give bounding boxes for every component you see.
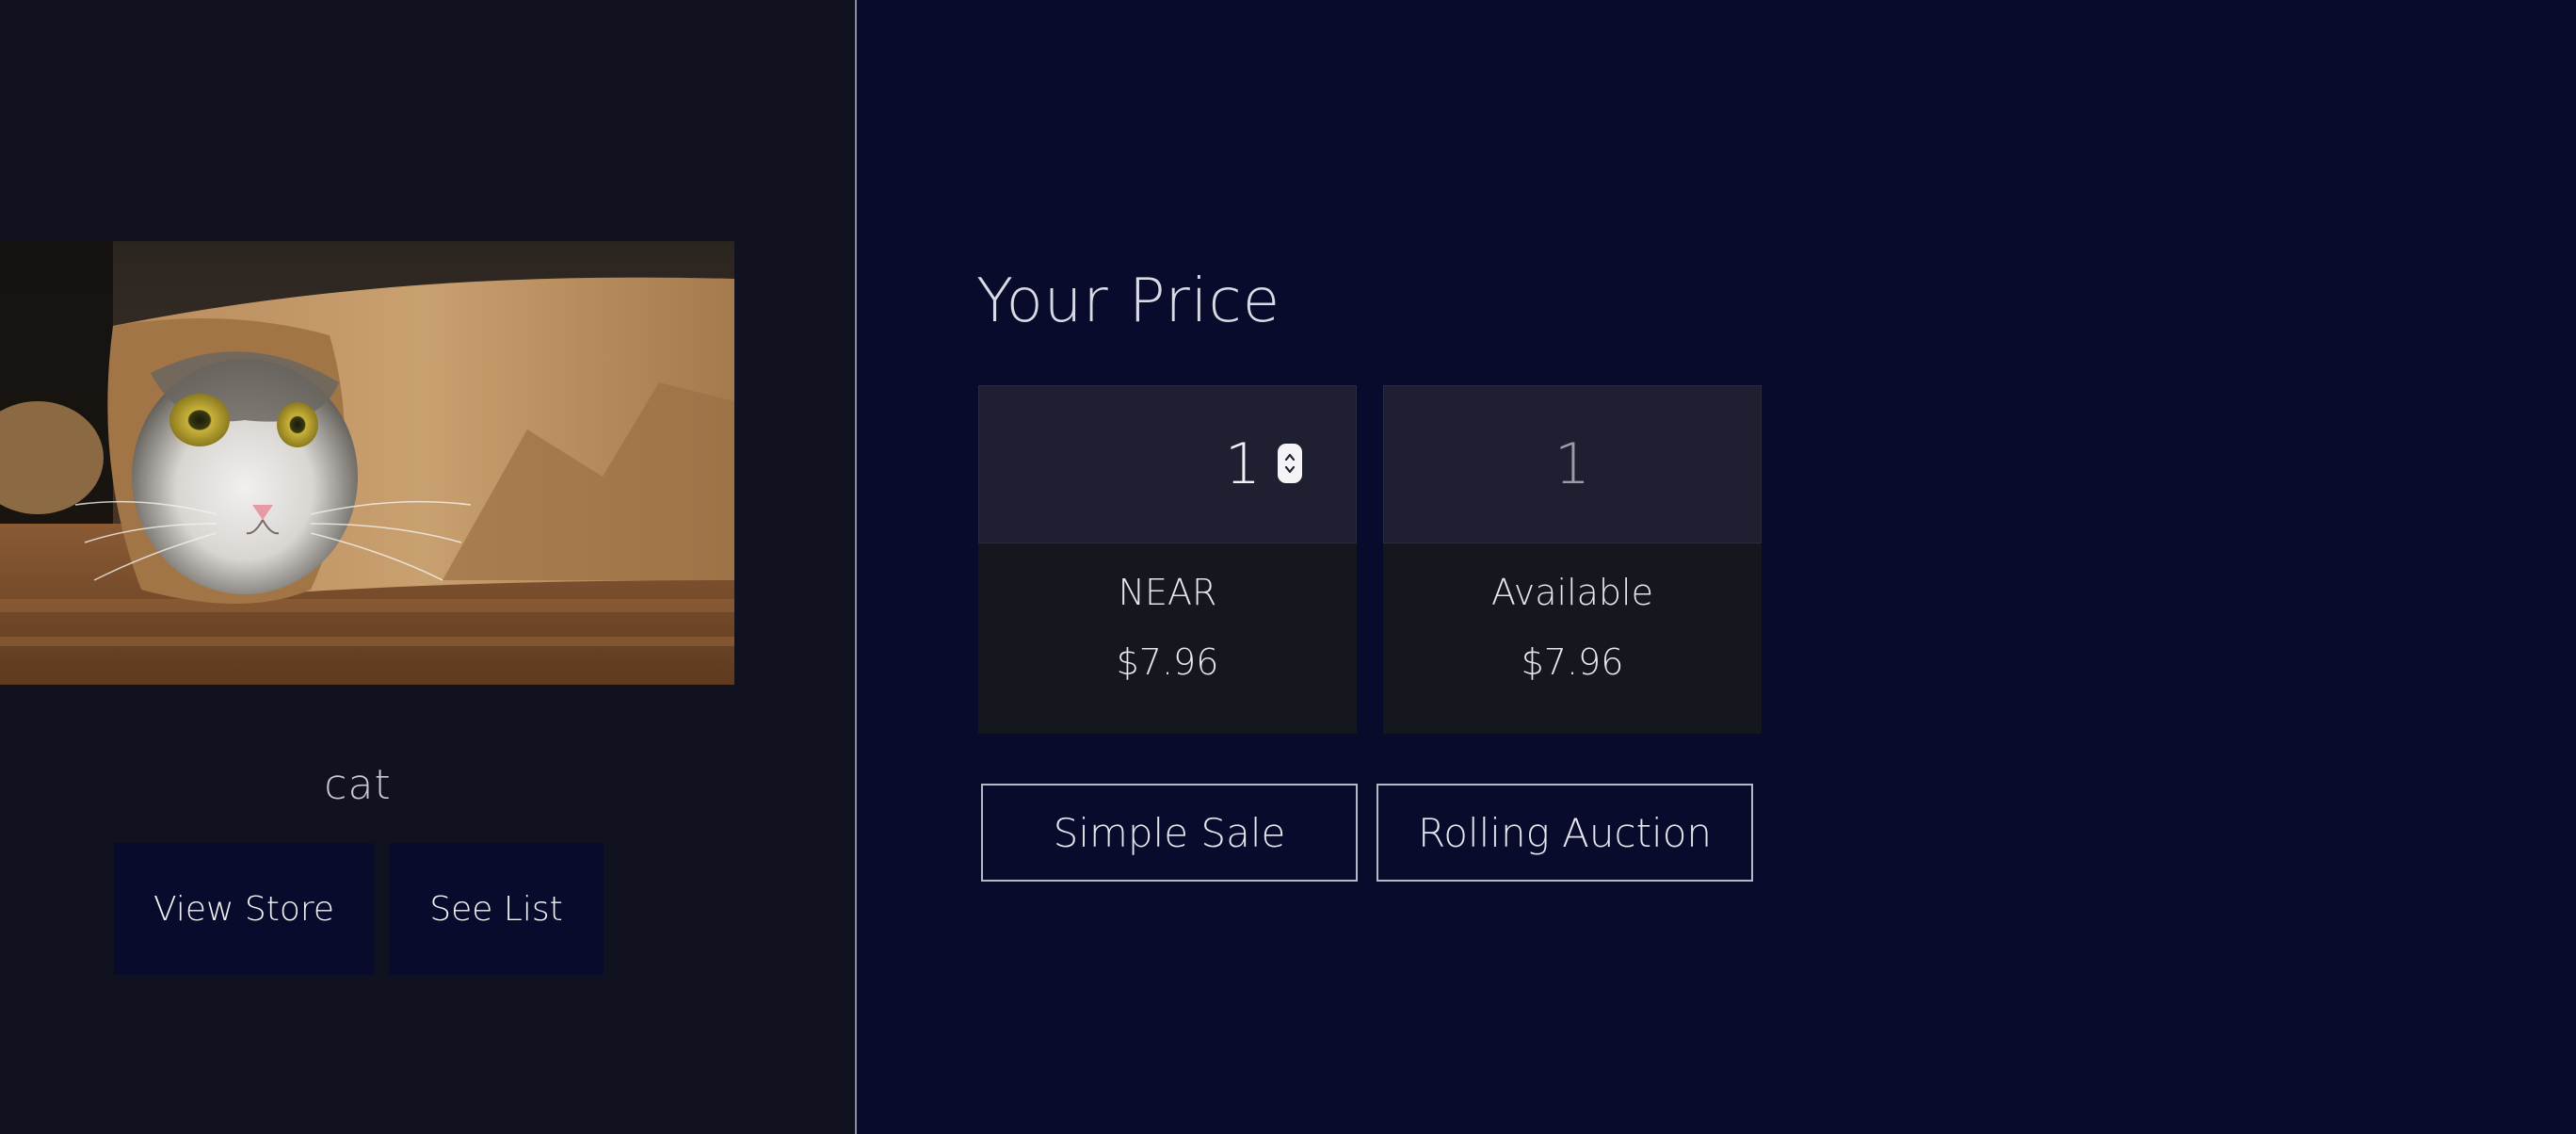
nft-name: cat	[324, 761, 392, 809]
see-list-button[interactable]: See List	[389, 843, 604, 975]
rolling-auction-button[interactable]: Rolling Auction	[1377, 784, 1753, 882]
price-heading: Your Price	[976, 267, 1281, 336]
near-price-card: NEAR $7.96	[978, 385, 1357, 734]
simple-sale-button[interactable]: Simple Sale	[981, 784, 1358, 882]
available-usd-value: $7.96	[1521, 641, 1624, 683]
near-amount-input[interactable]	[978, 385, 1261, 543]
near-amount-field	[978, 385, 1357, 543]
nft-preview-panel: cat View Store See List	[0, 0, 855, 1134]
near-label: NEAR	[1118, 572, 1217, 613]
view-store-button[interactable]: View Store	[114, 843, 374, 975]
near-usd-value: $7.96	[1116, 641, 1219, 683]
number-spinner-icon[interactable]	[1278, 444, 1302, 483]
available-amount: 1	[1554, 431, 1591, 497]
available-amount-field: 1	[1383, 385, 1762, 543]
available-label: Available	[1490, 572, 1653, 613]
nft-image	[0, 241, 734, 685]
available-card: 1 Available $7.96	[1383, 385, 1762, 734]
